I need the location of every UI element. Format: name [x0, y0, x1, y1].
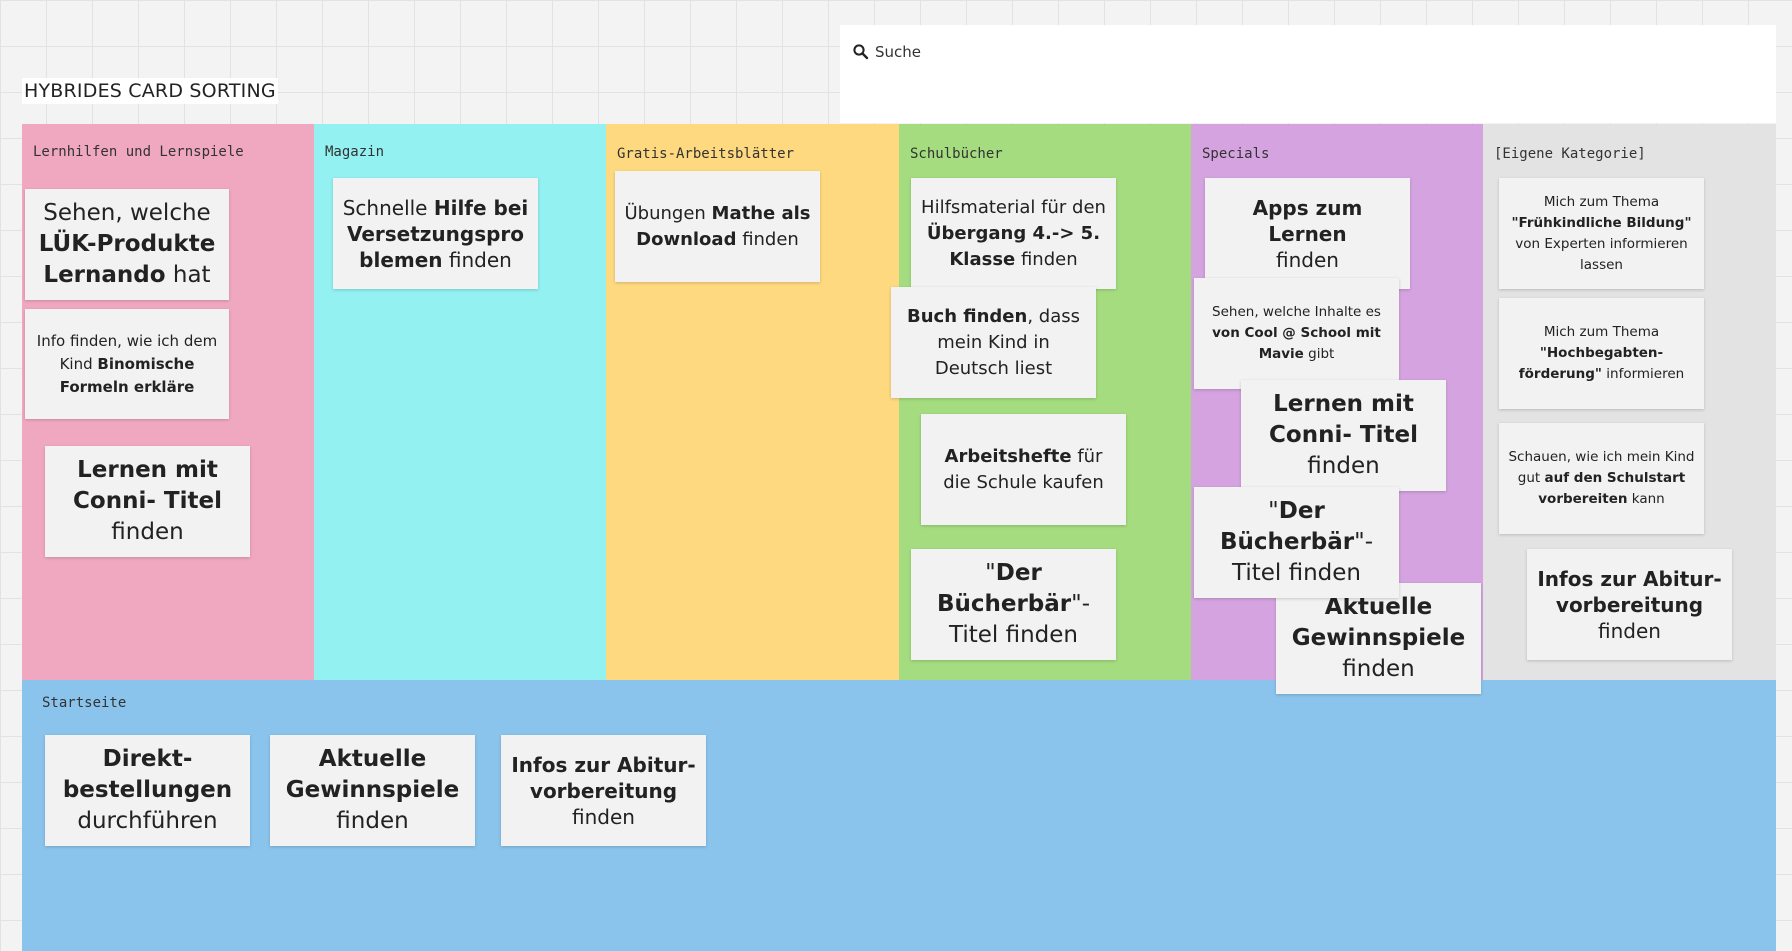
card-text-bold: Infos zur Abitur-vorbereitung [1537, 566, 1722, 617]
column-label: Schulbücher [910, 146, 1003, 162]
card-text-bold: Lernen mit Conni- Titel [1269, 391, 1418, 448]
card-text-bold: Arbeitshefte [944, 445, 1072, 467]
card-text: Übungen [624, 202, 712, 224]
card[interactable]: Übungen Mathe als Download finden [615, 171, 820, 282]
card-text: finden [1015, 248, 1078, 270]
card-text-bold: Direkt-bestellungen [62, 746, 233, 803]
card-text: kann [1627, 491, 1665, 507]
card[interactable]: Lernen mit Conni- Titel finden [1241, 380, 1446, 491]
column-label: [Eigene Kategorie] [1494, 146, 1646, 162]
column-label: Magazin [325, 144, 385, 160]
card-text: finden [736, 228, 799, 250]
card-text: informieren [1601, 366, 1685, 382]
card[interactable]: Apps zum Lernen finden [1205, 178, 1410, 289]
card-text-bold: Lernen mit Conni- Titel [73, 457, 222, 514]
card-text: finden [1598, 618, 1661, 643]
card-text: Hilfsmaterial für den [921, 196, 1106, 218]
board-title: HYBRIDES CARD SORTING [22, 78, 278, 104]
card-text: hat [165, 262, 211, 288]
card-text: finden [1276, 247, 1339, 272]
card-text: finden [1307, 453, 1380, 479]
card[interactable]: "Der Bücherbär"-Titel finden [911, 549, 1116, 660]
card-text: Schnelle [342, 195, 434, 220]
card[interactable]: Sehen, welche LÜK-Produkte Lernando hat [25, 189, 229, 300]
column-label: Startseite [42, 695, 127, 711]
card-text-bold: "Frühkindliche Bildung" [1511, 214, 1692, 231]
card-text: durchführen [77, 808, 218, 834]
column-label: Specials [1202, 146, 1270, 162]
card-text: Sehen, welche [43, 200, 211, 226]
card[interactable]: Mich zum Thema "Hochbegabten-förderung" … [1499, 298, 1704, 409]
card[interactable]: Hilfsmaterial für den Übergang 4.-> 5. K… [911, 178, 1116, 289]
card[interactable]: Info finden, wie ich dem Kind Binomische… [25, 309, 229, 419]
card-text: gibt [1303, 346, 1335, 362]
search-icon [853, 44, 869, 60]
card[interactable]: Schauen, wie ich mein Kind gut auf den S… [1499, 423, 1704, 534]
card-text: finden [1342, 656, 1415, 682]
card-text: finden [572, 804, 635, 829]
card-text-bold: Aktuelle Gewinnspiele [285, 746, 460, 803]
search-label[interactable]: Suche [875, 43, 921, 61]
card[interactable]: Buch finden, dass mein Kind in Deutsch l… [891, 287, 1096, 398]
card[interactable]: Mich zum Thema "Frühkindliche Bildung" v… [1499, 178, 1704, 289]
card[interactable]: Aktuelle Gewinnspiele finden [1276, 583, 1481, 694]
card-text: finden [111, 519, 184, 545]
card-text: Mich zum Thema [1543, 193, 1660, 210]
card[interactable]: Infos zur Abitur-vorbereitung finden [501, 735, 706, 846]
card[interactable]: Lernen mit Conni- Titel finden [45, 446, 250, 557]
card-text: finden [336, 808, 409, 834]
card-text-bold: Der Bücherbär [1219, 498, 1355, 555]
card-text: von Experten informieren lassen [1515, 235, 1688, 273]
card[interactable]: Arbeitshefte für die Schule kaufen [921, 414, 1126, 525]
card[interactable]: "Der Bücherbär"-Titel finden [1194, 487, 1399, 598]
search-box[interactable]: Suche [840, 25, 1776, 123]
card[interactable]: Schnelle Hilfe bei Versetzungspro blemen… [333, 178, 538, 289]
card[interactable]: Aktuelle Gewinnspiele finden [270, 735, 475, 846]
card-text-bold: Apps zum Lernen [1252, 195, 1363, 246]
column-label: Lernhilfen und Lernspiele [33, 144, 244, 160]
card-text: " [985, 560, 996, 586]
card-text-bold: von Cool @ School mit Mavie [1212, 325, 1381, 362]
card-text: " [1268, 498, 1279, 524]
card[interactable]: Infos zur Abitur-vorbereitung finden [1527, 549, 1732, 660]
card-text: Mich zum Thema [1543, 324, 1660, 340]
card-text-bold: Infos zur Abitur-vorbereitung [511, 752, 696, 803]
card[interactable]: Direkt-bestellungen durchführen [45, 735, 250, 846]
card-text-bold: Buch finden [906, 305, 1028, 327]
card[interactable]: Sehen, welche Inhalte es von Cool @ Scho… [1194, 278, 1399, 389]
card-text-bold: Aktuelle Gewinnspiele [1291, 594, 1466, 651]
card-text: Sehen, welche Inhalte es [1212, 304, 1381, 320]
column-label: Gratis-Arbeitsblätter [617, 146, 795, 162]
card-text-bold: Der Bücherbär [936, 560, 1072, 617]
card-text: finden [442, 247, 512, 272]
